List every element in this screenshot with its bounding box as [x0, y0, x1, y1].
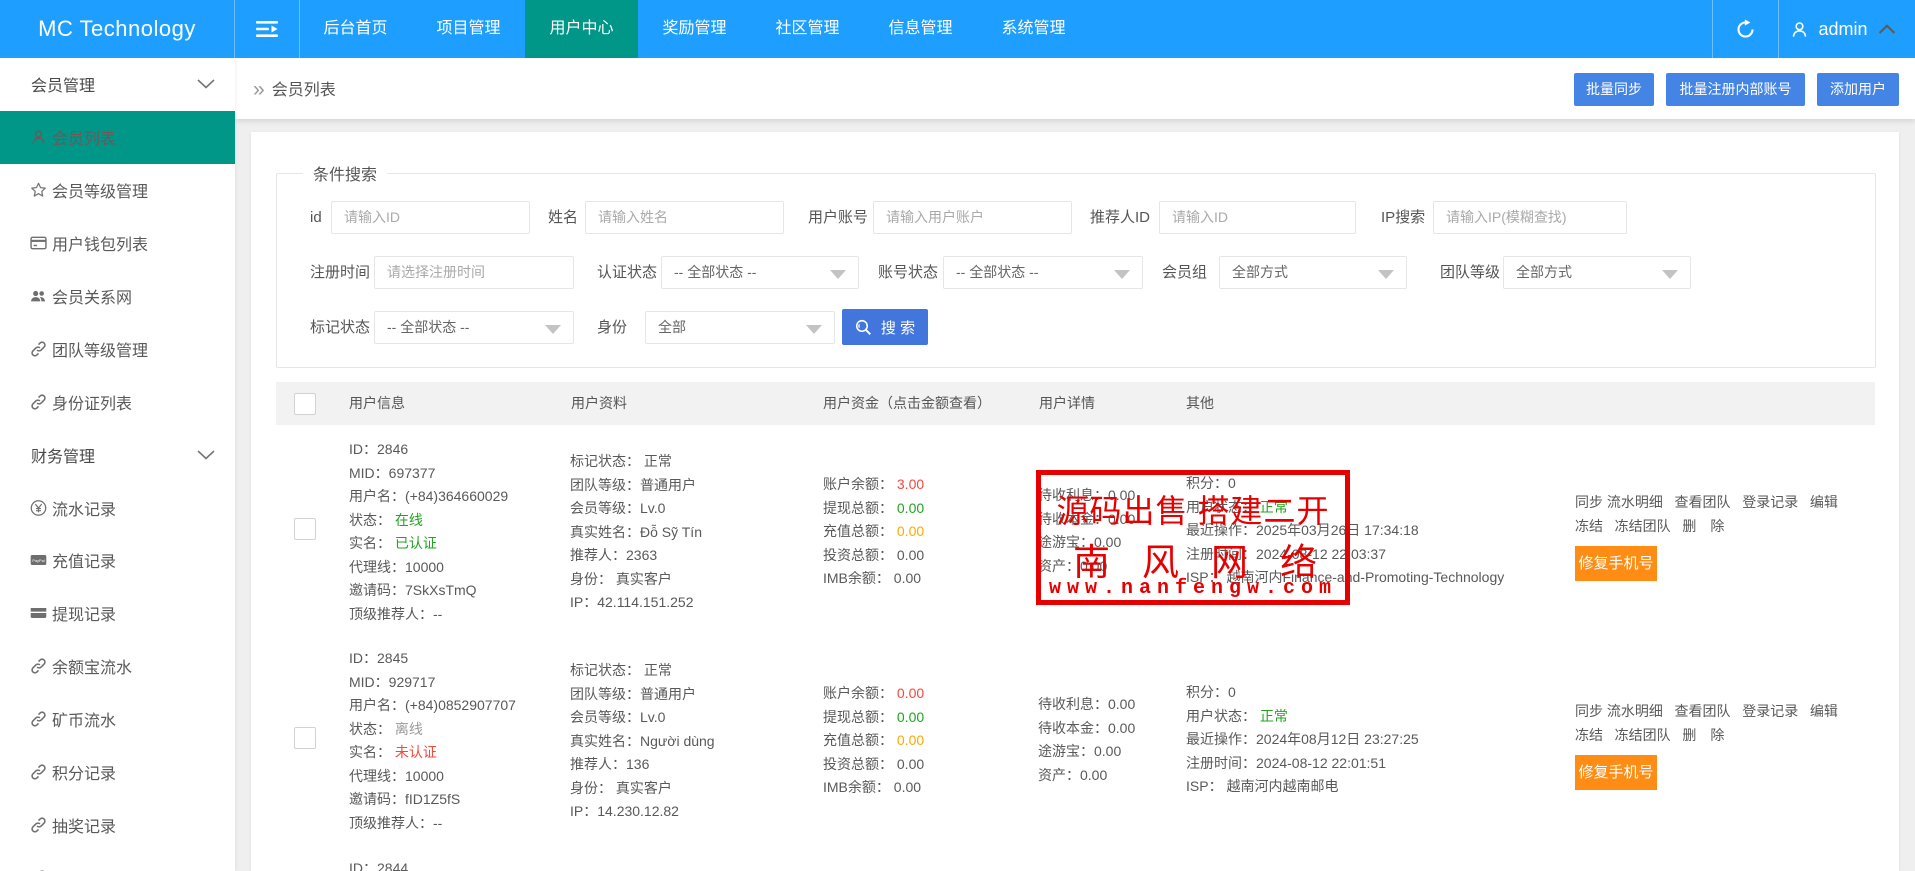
svg-text:PayPal: PayPal — [32, 558, 44, 563]
